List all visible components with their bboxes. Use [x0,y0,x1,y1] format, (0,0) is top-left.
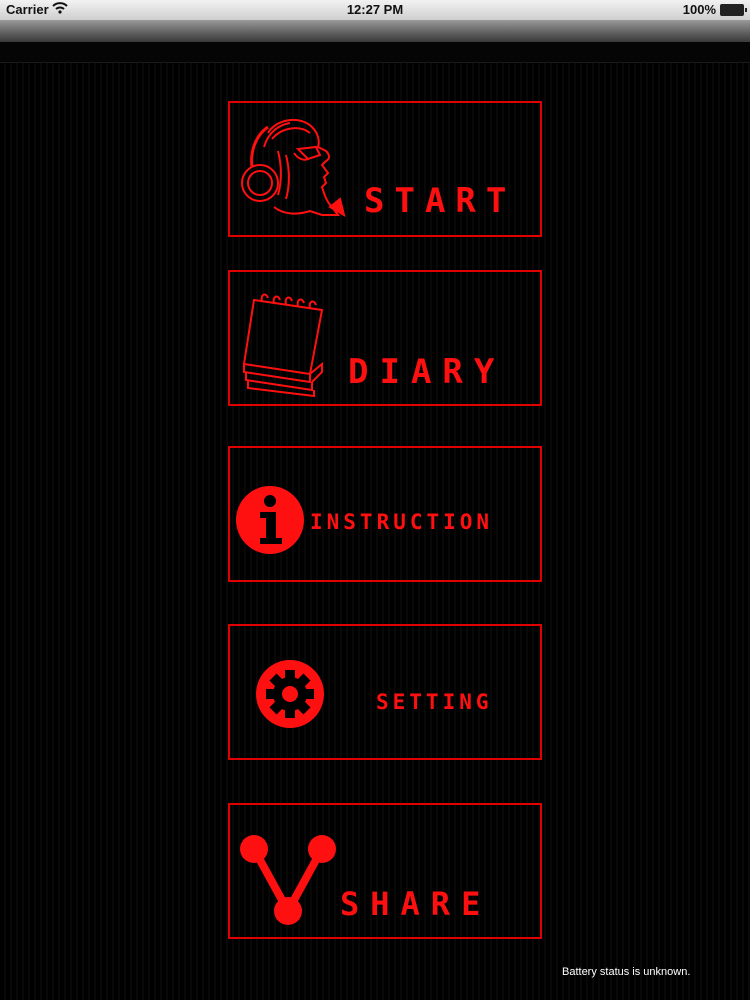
headphones-face-icon [238,111,353,231]
status-bar: Carrier 12:27 PM 100% [0,0,750,20]
instruction-button[interactable]: INSTRUCTION [228,446,542,582]
main-content: START DIARY INSTRUCTION SETTING SHARE [0,63,750,1000]
share-button[interactable]: SHARE [228,803,542,939]
clock: 12:27 PM [346,2,404,17]
diary-button[interactable]: DIARY [228,270,542,406]
gear-icon [254,658,326,735]
setting-label: SETTING [376,690,493,714]
share-label: SHARE [340,885,492,923]
info-icon [234,484,306,561]
notepad-icon [240,288,335,403]
battery-icon [720,4,747,16]
instruction-label: INSTRUCTION [310,510,494,534]
start-button[interactable]: START [228,101,542,237]
diary-label: DIARY [348,352,506,392]
navigation-bar-shadow [0,42,750,63]
setting-button[interactable]: SETTING [228,624,542,760]
battery-status-message: Battery status is unknown. [562,966,691,978]
share-icon [238,831,338,932]
battery-percent: 100% [682,2,716,17]
navigation-bar [0,20,750,42]
start-label: START [364,181,517,221]
